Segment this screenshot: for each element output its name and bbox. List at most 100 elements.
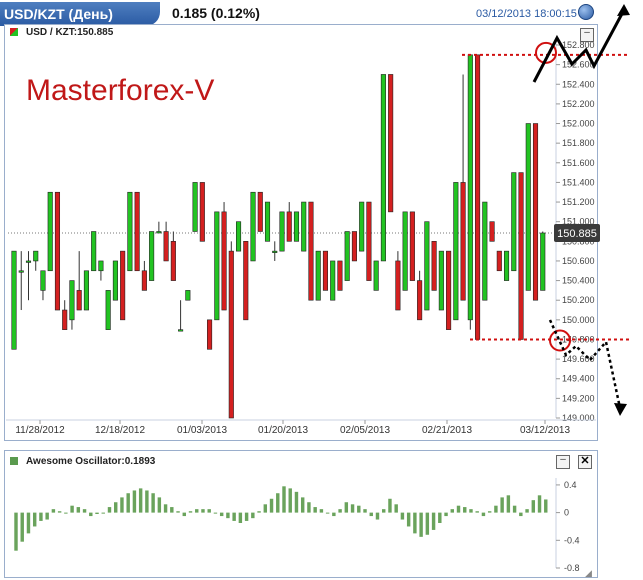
- candle: [373, 260, 379, 291]
- candle: [25, 260, 32, 263]
- oscillator-bar: [132, 490, 137, 513]
- oscillator-bar: [537, 495, 542, 513]
- candle: [76, 290, 82, 311]
- y-tick-label: 149.400: [562, 374, 595, 384]
- candle: [496, 250, 502, 272]
- oscillator-bar: [26, 512, 31, 534]
- x-tick-label: 11/28/2012: [15, 425, 65, 436]
- oscillator-bar: [51, 509, 56, 513]
- candle: [18, 270, 24, 273]
- candle: [503, 250, 510, 281]
- oscillator-bar: [20, 512, 24, 542]
- candle: [402, 211, 408, 291]
- oscillator-bar: [151, 493, 155, 513]
- candle: [322, 250, 329, 291]
- candle: [149, 231, 155, 281]
- oscillator-bar: [375, 512, 380, 520]
- y-tick-label: 151.400: [562, 177, 595, 187]
- oscillator-bar: [425, 512, 430, 535]
- x-tick-label: 12/18/2012: [95, 425, 145, 436]
- candle: [11, 250, 17, 350]
- candle: [279, 211, 285, 252]
- y-tick-label: 151.200: [562, 197, 595, 207]
- candle: [482, 201, 488, 301]
- candle: [235, 221, 242, 252]
- candle: [54, 191, 61, 311]
- candle: [156, 231, 162, 234]
- oscillator-bar: [207, 509, 211, 513]
- oscillator-bar: [45, 512, 49, 520]
- y-tick-label: 150.400: [562, 276, 595, 286]
- oscillator-bar: [213, 512, 218, 514]
- down-arrow-head-icon: [614, 403, 627, 416]
- oscillator-bar: [32, 512, 37, 527]
- oscillator-bar: [469, 509, 473, 513]
- oscillator-bar: [357, 505, 361, 513]
- y-tick-label: 151.800: [562, 138, 595, 148]
- oscillator-bar: [70, 505, 74, 513]
- y-tick-label: 149.000: [562, 413, 595, 423]
- candle: [112, 260, 118, 301]
- candle: [467, 54, 473, 321]
- oscillator-bar: [64, 512, 68, 514]
- y-tick-label: 152.000: [562, 119, 595, 129]
- oscillator-bar: [288, 488, 292, 513]
- oscillator-bar: [319, 509, 324, 513]
- candle: [438, 250, 444, 311]
- x-tick-label: 02/21/2013: [422, 425, 472, 436]
- y-tick-label: 152.800: [562, 40, 595, 50]
- oscillator-bar: [431, 512, 436, 530]
- oscillator-bar: [107, 507, 112, 513]
- y-tick-label: 150.200: [562, 295, 595, 305]
- oscillator-bar: [176, 511, 180, 513]
- oscillator-bar: [300, 497, 305, 513]
- oscillator-bar: [57, 511, 62, 513]
- oscillator-bar: [506, 495, 511, 513]
- candle: [286, 211, 292, 242]
- candle: [351, 231, 357, 262]
- oscillator-bar: [475, 511, 479, 513]
- oscillator-bar: [413, 512, 417, 534]
- oscillator-bar: [444, 512, 448, 517]
- y-tick-label: 152.600: [562, 60, 595, 70]
- oscillator-bar: [232, 512, 236, 521]
- candle: [330, 260, 336, 301]
- candle: [301, 201, 307, 252]
- oscillator-bar: [138, 488, 143, 513]
- candle: [243, 241, 249, 321]
- oscillator-bar: [363, 509, 367, 513]
- candle: [170, 241, 176, 281]
- oscillator-bar: [332, 512, 336, 517]
- candle: [120, 250, 126, 321]
- candle: [424, 221, 430, 311]
- oscillator-bar: [400, 512, 405, 520]
- oscillator-bar: [294, 491, 299, 513]
- candle: [446, 250, 452, 330]
- y-tick-label: 151.600: [562, 158, 595, 168]
- candle: [264, 201, 271, 242]
- oscillator-bar: [201, 509, 205, 513]
- candle: [134, 191, 140, 272]
- oscillator-bar: [182, 512, 186, 517]
- oscillator-bar: [481, 512, 486, 517]
- oscillator-bar: [101, 512, 105, 514]
- oscillator-bar: [438, 512, 442, 523]
- candle: [199, 182, 205, 242]
- candle: [344, 231, 350, 281]
- candle: [178, 329, 184, 332]
- candle: [489, 221, 495, 242]
- oscillator-bar: [145, 490, 149, 513]
- x-tick-label: 01/03/2013: [177, 425, 227, 436]
- oscillator-bar: [120, 497, 124, 513]
- oscillator-bar: [276, 493, 280, 513]
- up-arrow-head-icon: [617, 4, 630, 16]
- candle: [185, 290, 191, 301]
- candle: [540, 232, 546, 291]
- candle: [518, 172, 524, 340]
- oscillator-bar: [369, 512, 373, 517]
- oscillator-bar: [188, 511, 193, 513]
- candle: [163, 231, 169, 262]
- candle: [47, 191, 53, 272]
- candle: [257, 191, 263, 232]
- last-price-label: 150.885: [557, 228, 597, 240]
